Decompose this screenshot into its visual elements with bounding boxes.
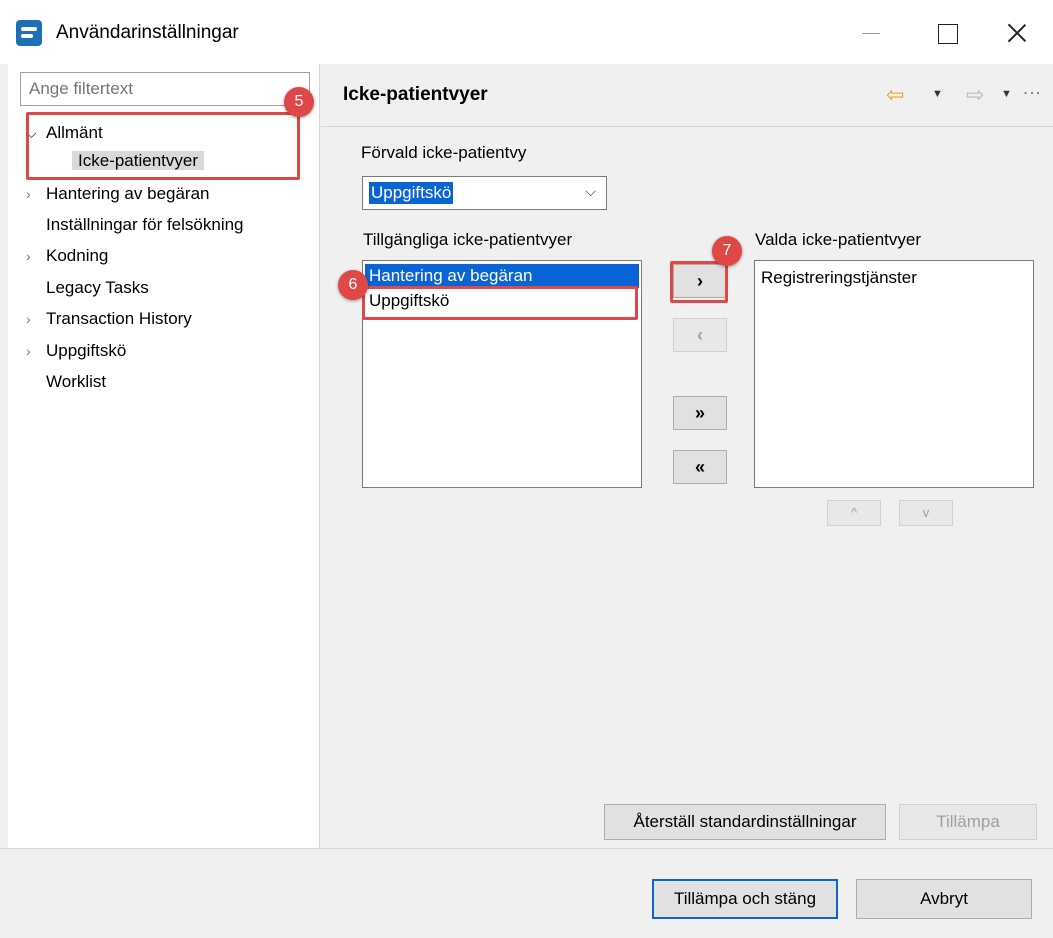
footer-divider [0,848,1053,849]
tree-item-label: Worklist [46,372,107,391]
selected-views-list[interactable]: Registreringstjänster [754,260,1034,488]
back-dropdown-icon[interactable]: ▼ [932,88,943,100]
tree-item-label: Legacy Tasks [46,278,149,297]
forward-dropdown-icon[interactable]: ▼ [1001,88,1012,100]
callout-badge-5: 5 [284,87,314,117]
tree-item-label: Uppgiftskö [46,341,127,360]
default-view-label: Förvald icke-patientvy [361,143,527,162]
tree-item-worklist[interactable]: Worklist [46,369,106,395]
cancel-button[interactable]: Avbryt [856,879,1032,919]
apply-and-close-button[interactable]: Tillämpa och stäng [652,879,838,919]
preference-page: Icke-patientvyer ⇦ ▼ ⇨ ▼ ⋮ Förvald icke-… [321,64,1053,848]
apply-button[interactable]: Tillämpa [899,804,1037,840]
tree-item-label: Transaction History [46,309,192,328]
chevron-right-icon[interactable]: › [26,243,40,269]
selected-views-label: Valda icke-patientvyer [755,230,921,249]
move-up-button[interactable]: ^ [827,500,881,526]
title-bar: Användarinställningar [0,0,1053,64]
dropdown-value: Uppgiftskö [369,182,454,204]
minimize-button[interactable] [850,16,894,50]
filter-input[interactable] [20,72,310,106]
close-button[interactable] [995,16,1039,50]
more-options-icon[interactable]: ⋮ [1022,84,1042,99]
callout-box-6 [362,286,638,320]
maximize-button[interactable] [925,16,969,50]
remove-button[interactable]: ‹ [673,318,727,352]
preferences-tree-panel: ⌵ Allmänt Icke-patientvyer › Hantering a… [8,64,320,848]
app-icon [16,20,42,46]
page-title: Icke-patientvyer [343,84,488,105]
remove-all-button[interactable]: « [673,450,727,484]
callout-badge-7: 7 [712,236,742,266]
callout-box-7 [670,261,728,303]
move-down-button[interactable]: v [899,500,953,526]
tree-item-label: Kodning [46,246,109,265]
tree-item-label: Hantering av begäran [46,184,210,203]
default-view-dropdown[interactable]: Uppgiftskö ⌵ [362,176,607,210]
chevron-right-icon[interactable]: › [26,306,40,332]
available-views-label: Tillgängliga icke-patientvyer [363,230,573,249]
add-all-button[interactable]: » [673,396,727,430]
list-item[interactable]: Registreringstjänster [757,266,1031,290]
tree-item-felsokning[interactable]: Inställningar för felsökning [46,212,244,238]
header-divider [321,126,1053,127]
callout-badge-6: 6 [338,270,368,300]
chevron-down-icon[interactable]: ⌵ [585,183,596,200]
list-item[interactable]: Hantering av begäran [365,264,639,288]
window-title: Användarinställningar [56,22,239,43]
restore-defaults-button[interactable]: Återställ standardinställningar [604,804,886,840]
chevron-right-icon[interactable]: › [26,181,40,207]
forward-arrow-icon[interactable]: ⇨ [966,84,984,106]
callout-box-5 [26,112,300,180]
tree-item-legacy-tasks[interactable]: Legacy Tasks [46,275,149,301]
chevron-right-icon[interactable]: › [26,338,40,364]
tree-item-label: Inställningar för felsökning [46,215,244,234]
back-arrow-icon[interactable]: ⇦ [886,84,904,106]
